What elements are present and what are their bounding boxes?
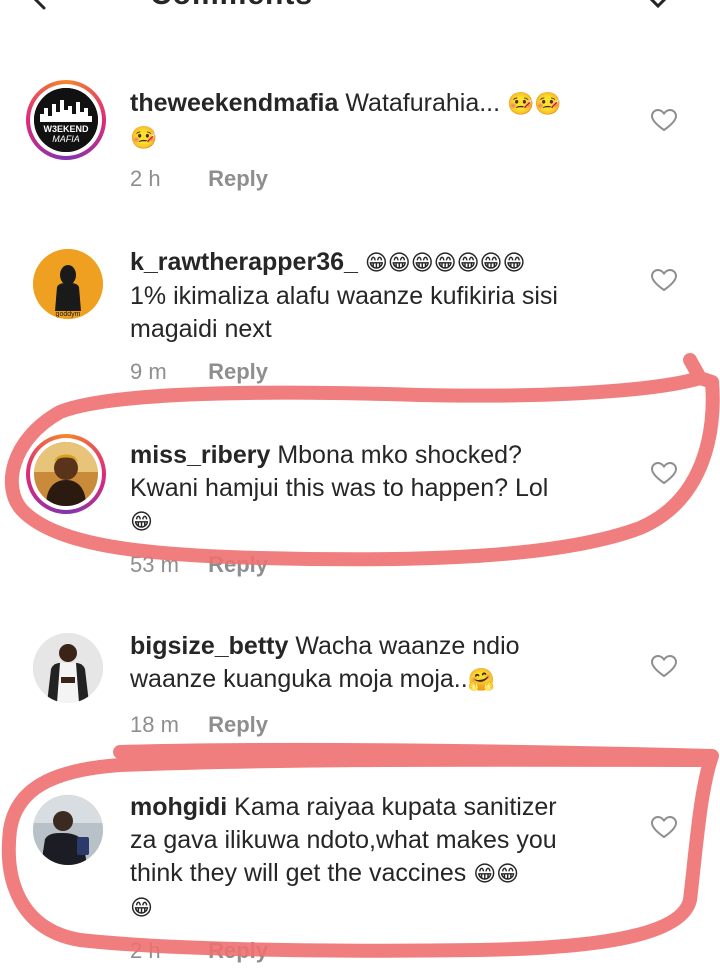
comment-item: goddym k_rawtherapper36_ 😁😁😁😁😁😁😁 1% ikim… (0, 246, 720, 386)
avatar-image (33, 633, 103, 703)
emoji: 😁😁😁😁😁😁😁 (364, 251, 526, 276)
comment-meta: 9 m Reply (130, 359, 268, 385)
comment-username[interactable]: k_rawtherapper36_ (130, 248, 358, 276)
reply-button[interactable]: Reply (208, 166, 268, 191)
heart-outline-icon[interactable] (651, 655, 677, 679)
comment-timestamp: 9 m (130, 359, 167, 384)
heart-outline-icon[interactable] (651, 109, 677, 133)
avatar-image: goddym (33, 249, 103, 319)
chevron-down-icon[interactable] (646, 0, 670, 12)
comment-timestamp: 53 m (130, 552, 179, 577)
skyline-logo-icon: W3EKEND MAFIA (34, 88, 98, 152)
comment-username[interactable]: miss_ribery (130, 441, 270, 469)
comments-header: Comments (0, 0, 720, 20)
avatar[interactable]: W3EKEND MAFIA (26, 80, 106, 160)
comment-meta: 2 h Reply (130, 166, 268, 192)
comment-text: za gava ilikuwa ndoto,what makes you (130, 826, 557, 854)
comment-body: mohgidi Kama raiyaa kupata sanitizer za … (130, 791, 650, 925)
emoji: 🤒 (130, 126, 158, 151)
avatar[interactable] (33, 795, 103, 865)
emoji: 😁 (130, 896, 153, 921)
comment-text: Kama raiyaa kupata sanitizer (234, 793, 557, 821)
comment-body: k_rawtherapper36_ 😁😁😁😁😁😁😁 1% ikimaliza a… (130, 246, 630, 346)
comment-meta: 53 m Reply (130, 552, 268, 578)
comment-username[interactable]: mohgidi (130, 793, 227, 821)
comment-timestamp: 18 m (130, 712, 179, 737)
avatar-image (33, 795, 103, 865)
heart-outline-icon[interactable] (651, 269, 677, 293)
avatar-image: W3EKEND MAFIA (34, 88, 98, 152)
reply-button[interactable]: Reply (208, 552, 268, 577)
reply-button[interactable]: Reply (208, 938, 268, 963)
heart-outline-icon[interactable] (651, 816, 677, 840)
comment-text: Kwani hamjui this was to happen? Lol (130, 474, 549, 502)
comment-meta: 2 h Reply (130, 938, 268, 964)
comment-text: 1% ikimaliza alafu waanze kufikiria sisi (130, 282, 558, 310)
comment-item: miss_ribery Mbona mko shocked? Kwani ham… (0, 434, 720, 584)
comment-username[interactable]: theweekendmafia (130, 89, 338, 117)
emoji: 😁😁 (473, 862, 520, 887)
comment-text: Watafurahia... (345, 89, 501, 117)
comment-body: bigsize_betty Wacha waanze ndio waanze k… (130, 630, 630, 697)
comment-text: Wacha waanze ndio (295, 632, 520, 660)
comment-item: mohgidi Kama raiyaa kupata sanitizer za … (0, 790, 720, 970)
avatar-image (34, 442, 98, 506)
comment-text: magaidi next (130, 315, 272, 343)
emoji: 🤒🤒 (507, 92, 562, 117)
heart-outline-icon[interactable] (651, 462, 677, 486)
comment-timestamp: 2 h (130, 938, 161, 963)
comment-meta: 18 m Reply (130, 712, 268, 738)
comment-body: miss_ribery Mbona mko shocked? Kwani ham… (130, 439, 630, 539)
comment-text: think they will get the vaccines (130, 859, 467, 887)
emoji: 😁 (130, 510, 153, 535)
comment-text: waanze kuanguka moja moja.. (130, 665, 468, 693)
reply-button[interactable]: Reply (208, 359, 268, 384)
portrait-image (34, 442, 98, 506)
reply-button[interactable]: Reply (208, 712, 268, 737)
comment-username[interactable]: bigsize_betty (130, 632, 288, 660)
avatar-caption: goddym (56, 311, 81, 318)
avatar-logo-text: W3EKEND (43, 124, 89, 134)
comment-item: W3EKEND MAFIA theweekendmafia Watafurahi… (0, 80, 720, 200)
back-arrow-icon[interactable] (28, 0, 58, 14)
page-title: Comments (150, 0, 313, 12)
comment-item: bigsize_betty Wacha waanze ndio waanze k… (0, 630, 720, 750)
comment-text: Mbona mko shocked? (277, 441, 522, 469)
comment-timestamp: 2 h (130, 166, 161, 191)
avatar[interactable] (33, 633, 103, 703)
comment-body: theweekendmafia Watafurahia... 🤒🤒 🤒 (130, 87, 630, 155)
avatar[interactable] (26, 434, 106, 514)
emoji: 🤗 (467, 668, 496, 693)
avatar[interactable]: goddym (33, 249, 103, 319)
avatar-logo-text: MAFIA (52, 134, 80, 144)
